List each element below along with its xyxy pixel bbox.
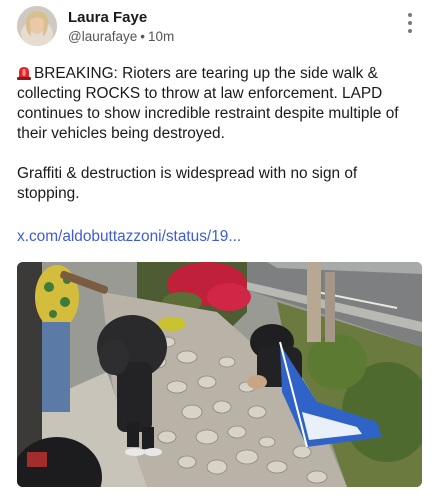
post-meta: @laurafaye • 10m: [68, 29, 174, 44]
more-options-icon[interactable]: [404, 13, 416, 37]
author-handle[interactable]: @laurafaye: [68, 29, 137, 44]
meta-separator: •: [140, 29, 145, 44]
post-paragraph-2: Graffiti & destruction is widespread wit…: [17, 165, 358, 202]
police-siren-icon: [17, 67, 31, 80]
post-media-photo[interactable]: [17, 262, 422, 487]
post-text: BREAKING: Rioters are tearing up the sid…: [17, 64, 422, 204]
post-timestamp[interactable]: 10m: [148, 29, 174, 44]
post-paragraph-1: BREAKING: Rioters are tearing up the sid…: [17, 64, 422, 144]
post-link[interactable]: x.com/aldobuttazzoni/status/19...: [17, 228, 241, 246]
avatar[interactable]: [17, 6, 57, 46]
author-name[interactable]: Laura Faye: [68, 9, 147, 26]
post-header: Laura Faye @laurafaye • 10m: [17, 6, 422, 48]
post-paragraph-1-text: BREAKING: Rioters are tearing up the sid…: [17, 65, 399, 142]
